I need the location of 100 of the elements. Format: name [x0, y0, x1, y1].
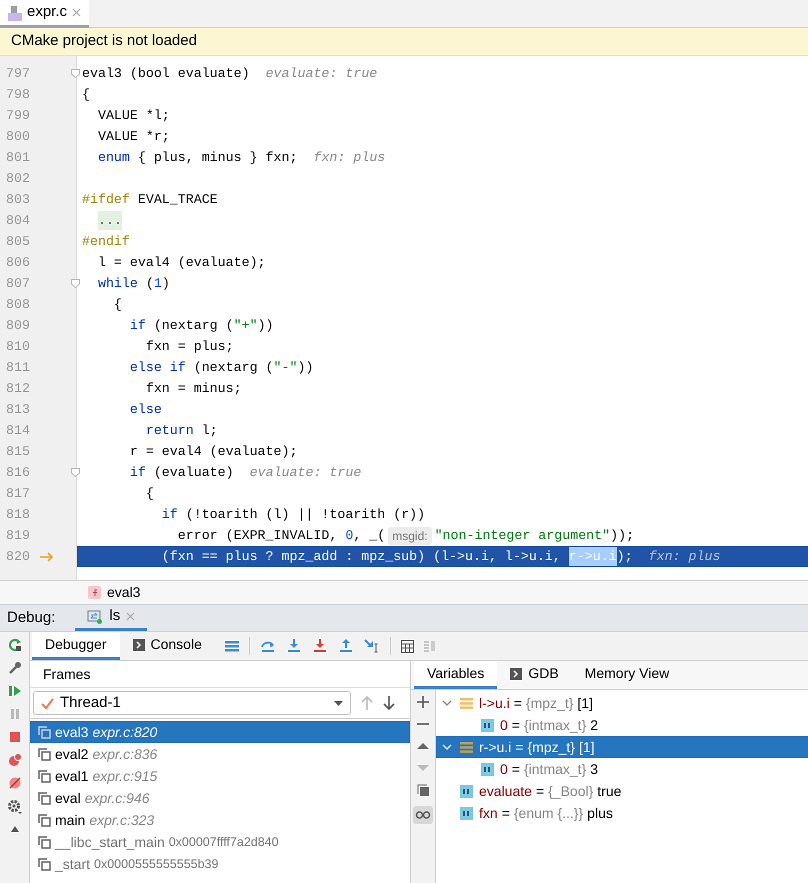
frame-location: expr.c:946: [84, 788, 150, 808]
glasses-icon[interactable]: [413, 806, 433, 824]
equals-sign: =: [515, 738, 524, 756]
variable-row[interactable]: fxn = {enum {...}} plus: [436, 802, 808, 824]
code-keyword: if: [160, 506, 178, 524]
tab[interactable]: GDB: [497, 661, 572, 689]
frame-row[interactable]: eval1 expr.c:915: [30, 765, 410, 787]
down-arrow-icon[interactable]: [383, 696, 395, 710]
frame-row[interactable]: __libc_start_main 0x00007ffff7a2d840: [30, 831, 410, 853]
pin-icon[interactable]: [8, 824, 20, 832]
frame-row[interactable]: eval3 expr.c:820: [30, 721, 410, 743]
function-name: eval2: [55, 744, 88, 764]
run-to-cursor-icon[interactable]: [364, 639, 380, 653]
variable-row[interactable]: r->u.i = {mpz_t} [1]: [436, 736, 808, 758]
equals-sign: =: [536, 782, 544, 800]
variable-value: 3: [590, 760, 598, 778]
step-over-icon[interactable]: [260, 639, 276, 653]
line-number: 800: [5, 128, 30, 146]
step-out-icon[interactable]: [338, 639, 354, 653]
breakpoints-icon[interactable]: [8, 753, 22, 767]
variable-type: {mpz_t}: [526, 694, 574, 713]
frame-row[interactable]: eval2 expr.c:836: [30, 743, 410, 765]
chevron-icon[interactable]: [442, 742, 452, 752]
close-icon[interactable]: [126, 612, 136, 621]
code-text: (nextarg (: [192, 358, 274, 377]
code-text: EVAL_TRACE: [136, 190, 218, 209]
code-text: (evaluate): [152, 464, 234, 482]
wrench-icon[interactable]: [8, 661, 22, 675]
fold-icon[interactable]: [71, 69, 80, 78]
fold-icon[interactable]: [71, 279, 80, 288]
stop-icon[interactable]: [8, 730, 22, 744]
add-icon[interactable]: [417, 696, 429, 708]
line-number: 803: [5, 190, 30, 209]
code-keyword: else: [128, 400, 162, 419]
equals-sign: =: [512, 716, 520, 734]
array-icon: [460, 696, 473, 710]
primitive-value-icon: [460, 784, 473, 798]
layout-icon[interactable]: [224, 640, 239, 652]
variable-row[interactable]: evaluate = {_Bool} true: [436, 780, 808, 802]
function-name: __libc_start_main: [55, 832, 165, 852]
stack-frame-icon: [38, 792, 51, 804]
copy-icon[interactable]: [417, 784, 429, 796]
frame-row[interactable]: eval expr.c:946: [30, 787, 410, 809]
code-keyword: else if: [128, 358, 186, 377]
frame-row[interactable]: main expr.c:323: [30, 809, 410, 831]
settings-icon[interactable]: [6, 799, 22, 815]
step-into-icon[interactable]: [286, 639, 302, 653]
run-config-icon: [87, 610, 104, 624]
tab[interactable]: Memory View: [572, 661, 682, 689]
variable-row[interactable]: 0 = {intmax_t} 2: [436, 714, 808, 736]
chevron-icon[interactable]: [442, 698, 452, 708]
variable-row[interactable]: 0 = {intmax_t} 3: [436, 758, 808, 780]
line-number: 817: [5, 484, 30, 503]
mute-breakpoints-icon[interactable]: [8, 776, 22, 790]
resume-icon[interactable]: [8, 684, 22, 698]
variable-value: plus: [587, 804, 613, 823]
code-text: ));: [610, 526, 634, 545]
code-text: ): [162, 274, 170, 293]
folded-code: ...: [98, 210, 122, 230]
stack-frame-icon: [38, 836, 51, 848]
code-keyword: return: [144, 422, 194, 440]
code-text: );: [616, 548, 633, 566]
equals-sign: =: [514, 694, 522, 712]
primitive-value-icon: [481, 762, 494, 776]
variable-type: {intmax_t}: [524, 760, 586, 779]
tab[interactable]: Console: [120, 632, 215, 660]
line-number: 797: [5, 64, 30, 83]
debug-label: Debug:: [7, 608, 56, 628]
function-name: eval3: [55, 722, 88, 742]
tab[interactable]: Debugger: [32, 632, 120, 660]
rerun-icon[interactable]: [8, 638, 22, 652]
line-number: 799: [5, 106, 30, 125]
frame-address: 0x00007ffff7a2d840: [168, 834, 279, 851]
tab[interactable]: Variables: [414, 661, 498, 689]
move-up-icon[interactable]: [417, 740, 429, 752]
variable-value: [1]: [578, 738, 595, 757]
preprocessor-directive: #ifdef: [82, 190, 130, 209]
editor-tab[interactable]: expr.c: [0, 0, 90, 28]
line-number: 801: [5, 148, 30, 167]
close-icon[interactable]: [72, 8, 82, 17]
calculator-icon[interactable]: [400, 640, 414, 652]
variable-name: l->u.i: [479, 694, 510, 712]
variable-type: {enum {...}}: [514, 804, 584, 823]
code-text: r = eval4 (evaluate);: [128, 442, 298, 461]
stack-frame-icon: [38, 748, 51, 760]
line-number: 798: [5, 86, 30, 104]
equals-sign: =: [502, 804, 510, 822]
variable-row[interactable]: l->u.i = {mpz_t} [1]: [436, 692, 808, 714]
code-text: (!toarith (l) || !toarith (r)): [184, 506, 426, 524]
thread-dropdown[interactable]: Thread-1: [33, 691, 351, 715]
up-arrow-icon[interactable]: [361, 696, 373, 710]
line-number: 810: [5, 338, 30, 356]
variable-name: fxn: [479, 804, 498, 822]
frame-location: expr.c:915: [92, 766, 158, 786]
fold-icon[interactable]: [71, 468, 80, 477]
breadcrumb[interactable]: eval3: [107, 582, 140, 603]
frame-row[interactable]: _start 0x0000555555555b39: [30, 853, 410, 875]
line-number: 813: [5, 400, 30, 419]
force-step-into-icon[interactable]: [312, 639, 328, 653]
inline-value-hint: evaluate: true: [250, 464, 362, 482]
